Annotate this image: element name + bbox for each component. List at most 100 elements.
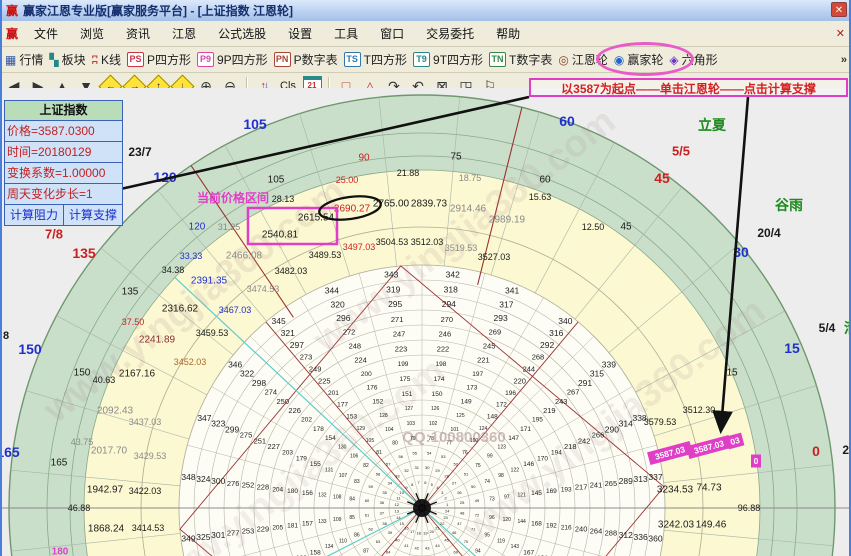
svg-text:7/8: 7/8	[45, 227, 63, 242]
svg-text:3527.03: 3527.03	[478, 252, 511, 262]
svg-text:294: 294	[442, 299, 456, 309]
svg-text:340: 340	[558, 316, 572, 326]
svg-text:3512.30: 3512.30	[683, 405, 716, 415]
svg-text:56: 56	[399, 454, 404, 459]
svg-text:124: 124	[479, 426, 488, 432]
svg-text:14: 14	[396, 515, 401, 520]
svg-text:125: 125	[456, 413, 465, 419]
svg-text:202: 202	[301, 417, 312, 424]
svg-text:225: 225	[318, 376, 331, 385]
toolbar-item-t-table[interactable]: TNT数字表	[489, 51, 552, 68]
svg-text:291: 291	[578, 378, 592, 388]
svg-text:87: 87	[363, 549, 369, 555]
svg-text:77: 77	[446, 441, 452, 447]
menu-item-2[interactable]: 资讯	[115, 24, 161, 44]
chart-area[interactable]: www.yingjia360.comwww.yingjia360.comwww.…	[2, 99, 851, 556]
svg-text:270: 270	[441, 315, 454, 324]
menu-item-9[interactable]: 帮助	[485, 24, 531, 44]
toolbar-item-t-square[interactable]: TST四方形	[344, 51, 407, 68]
svg-text:268: 268	[532, 352, 545, 361]
svg-text:200: 200	[361, 371, 372, 378]
svg-text:82: 82	[363, 463, 369, 469]
svg-text:24: 24	[445, 509, 450, 514]
svg-text:41: 41	[404, 543, 409, 548]
toolbar-item-9p-square[interactable]: P99P四方形	[197, 51, 268, 68]
svg-text:130: 130	[338, 445, 347, 451]
svg-text:73: 73	[489, 497, 495, 503]
menu-item-0[interactable]: 文件	[23, 24, 69, 44]
menu-item-7[interactable]: 窗口	[369, 24, 415, 44]
svg-text:12: 12	[394, 502, 399, 507]
toolbar-overflow-button[interactable]: »	[841, 54, 847, 66]
svg-text:44: 44	[435, 543, 440, 548]
blocks-icon: ▚	[49, 53, 58, 67]
svg-text:277: 277	[227, 528, 240, 537]
svg-text:28: 28	[444, 473, 449, 478]
toolbar-item-market[interactable]: ▦行情	[5, 51, 43, 68]
svg-text:222: 222	[437, 344, 450, 353]
toolbar-item-p-table[interactable]: PNP数字表	[274, 51, 338, 68]
svg-text:318: 318	[444, 284, 458, 294]
svg-text:62: 62	[368, 527, 373, 532]
svg-text:86: 86	[354, 533, 360, 539]
svg-text:2466.08: 2466.08	[226, 251, 263, 262]
svg-text:60: 60	[539, 175, 551, 186]
menu-item-8[interactable]: 交易委托	[415, 24, 485, 44]
svg-text:145: 145	[531, 490, 542, 497]
svg-text:96: 96	[489, 515, 495, 521]
9t-square-label: 9T四方形	[433, 51, 483, 68]
svg-text:127: 127	[405, 406, 414, 412]
svg-text:3414.53: 3414.53	[132, 523, 165, 533]
calc-support-button[interactable]: 计算支撑	[64, 205, 123, 226]
kline-icon: ʭ	[92, 53, 98, 67]
toolbar-item-9t-square[interactable]: T99T四方形	[413, 51, 483, 68]
svg-text:58: 58	[376, 472, 381, 477]
svg-text:217: 217	[575, 483, 588, 492]
svg-text:40: 40	[395, 538, 400, 543]
p-square-icon: PS	[127, 52, 144, 67]
gann-wheel-icon: ◎	[558, 53, 568, 67]
menu-item-1[interactable]: 浏览	[69, 24, 115, 44]
svg-text:19: 19	[423, 531, 428, 536]
toolbar-item-blocks[interactable]: ▚板块	[49, 51, 85, 68]
svg-text:29: 29	[435, 468, 440, 473]
svg-text:320: 320	[331, 299, 345, 309]
svg-text:146: 146	[523, 461, 534, 468]
main-toolbar: ▦行情 ▚板块 ʭK线 PSP四方形 P99P四方形 PNP数字表 TST四方形 T99T四方…	[2, 47, 849, 73]
svg-text:128: 128	[379, 413, 388, 419]
app-icon: 赢	[6, 2, 18, 19]
svg-text:83: 83	[354, 479, 360, 485]
svg-text:122: 122	[511, 467, 520, 473]
svg-text:227: 227	[267, 442, 280, 451]
close-button[interactable]: ✕	[831, 2, 847, 17]
svg-text:2017.70: 2017.70	[91, 446, 128, 457]
menu-item-4[interactable]: 公式选股	[207, 24, 277, 44]
toolbar-item-kline[interactable]: ʭK线	[92, 51, 121, 68]
svg-text:293: 293	[494, 313, 508, 323]
svg-text:26: 26	[457, 490, 462, 495]
svg-text:175: 175	[400, 376, 411, 383]
gann-wheel-chart[interactable]: www.yingjia360.comwww.yingjia360.comwww.…	[2, 88, 851, 556]
svg-text:63: 63	[376, 539, 381, 544]
svg-text:220: 220	[513, 376, 526, 385]
window-title: 赢家江恩专业版[赢家服务平台] - [上证指数 江恩轮]	[23, 2, 293, 19]
svg-text:123: 123	[498, 445, 507, 451]
annotation-box: 以3587为起点——单击江恩轮——点击计算支撑	[529, 78, 848, 97]
calc-resistance-button[interactable]: 计算阻力	[4, 205, 64, 226]
svg-text:150: 150	[18, 341, 42, 357]
menu-item-5[interactable]: 设置	[277, 24, 323, 44]
info-row-3: 周天变化步长=1	[4, 184, 123, 205]
mdi-close-icon[interactable]: ✕	[836, 27, 845, 40]
menu-item-3[interactable]: 江恩	[161, 24, 207, 44]
svg-text:5/5: 5/5	[672, 144, 690, 159]
svg-text:148: 148	[487, 414, 498, 421]
svg-text:221: 221	[477, 355, 490, 364]
svg-text:205: 205	[272, 524, 283, 531]
svg-text:172: 172	[496, 402, 507, 409]
9p-square-icon: P9	[197, 52, 214, 67]
svg-text:178: 178	[313, 426, 324, 433]
menu-item-6[interactable]: 工具	[323, 24, 369, 44]
svg-text:37: 37	[380, 511, 385, 516]
toolbar-item-p-square[interactable]: PSP四方形	[127, 51, 191, 68]
svg-text:264: 264	[590, 527, 603, 536]
